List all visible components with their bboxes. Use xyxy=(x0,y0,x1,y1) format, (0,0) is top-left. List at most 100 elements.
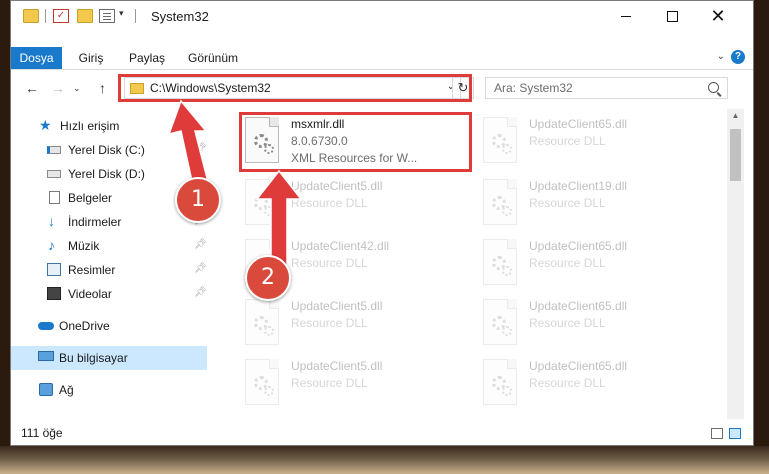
dll-file-icon xyxy=(245,359,279,405)
file-description: Resource DLL xyxy=(529,256,606,270)
dll-file-icon xyxy=(483,299,517,345)
sidebar-item-label: Hızlı erişim xyxy=(60,119,120,133)
pin-icon[interactable]: 📌︎ xyxy=(194,263,207,274)
sidebar-item-network[interactable]: Ağ xyxy=(11,378,207,402)
scroll-up-icon[interactable]: ▲ xyxy=(727,111,744,120)
item-count: 111 öğe xyxy=(21,426,63,440)
sidebar-item-label: Belgeler xyxy=(68,191,113,205)
drive-icon xyxy=(47,146,61,154)
dll-file-icon xyxy=(483,239,517,285)
title-separator xyxy=(135,9,136,23)
file-name: UpdateClient65.dll xyxy=(529,299,628,313)
file-name: UpdateClient65.dll xyxy=(529,117,628,131)
step-badge-2: 2 xyxy=(245,255,291,301)
sidebar-item-label: Resimler xyxy=(68,263,116,277)
arrow-up-icon: ↑ xyxy=(99,80,106,96)
file-name: UpdateClient65.dll xyxy=(529,239,628,253)
minimize-button[interactable] xyxy=(603,1,649,31)
sidebar-item-label: Bu bilgisayar xyxy=(59,351,128,365)
pin-icon[interactable]: 📌︎ xyxy=(194,239,207,250)
computer-icon xyxy=(38,351,54,361)
download-icon: ↓ xyxy=(48,213,55,229)
close-button[interactable]: ✕ xyxy=(695,1,741,31)
vertical-scrollbar[interactable]: ▲ xyxy=(727,109,744,419)
file-description: Resource DLL xyxy=(529,134,606,148)
sidebar-item-this-pc[interactable]: Bu bilgisayar xyxy=(11,346,207,370)
file-item[interactable]: UpdateClient65.dll Resource DLL xyxy=(469,111,699,171)
drive-icon xyxy=(47,170,61,178)
sidebar-item-label: Yerel Disk (D:) xyxy=(68,167,145,181)
cloud-icon xyxy=(38,322,54,330)
tab-view[interactable]: Görünüm xyxy=(185,47,241,69)
arrow-left-icon: ← xyxy=(25,80,39,96)
dll-file-icon xyxy=(245,299,279,345)
details-view-icon[interactable] xyxy=(711,428,723,439)
explorer-window: ✓ ▾ System32 ✕ Dosya Giriş Paylaş Görünü… xyxy=(10,0,754,446)
large-icons-view-icon[interactable] xyxy=(729,428,741,439)
properties-icon[interactable] xyxy=(99,9,115,23)
back-button[interactable]: ← xyxy=(25,80,39,96)
file-name: UpdateClient19.dll xyxy=(529,179,628,193)
file-item[interactable]: UpdateClient5.dll Resource DLL xyxy=(231,353,461,413)
window-title: System32 xyxy=(151,9,209,24)
scrollbar-thumb[interactable] xyxy=(730,129,741,181)
maximize-button[interactable] xyxy=(649,1,695,31)
tab-file[interactable]: Dosya xyxy=(11,47,62,69)
step-badge-1: 1 xyxy=(175,177,221,223)
music-icon: ♪ xyxy=(48,237,55,253)
checklist-icon[interactable]: ✓ xyxy=(53,9,69,23)
pin-icon[interactable]: 📌︎ xyxy=(194,287,207,298)
chevron-down-icon[interactable]: ⌄ xyxy=(717,51,725,62)
file-item[interactable]: UpdateClient65.dll Resource DLL xyxy=(469,353,699,413)
dll-file-icon xyxy=(483,359,517,405)
arrow-right-icon: → xyxy=(51,80,65,96)
file-item[interactable]: UpdateClient65.dll Resource DLL xyxy=(469,293,699,353)
sidebar-item-onedrive[interactable]: OneDrive xyxy=(11,314,207,338)
chevron-down-icon: ⌄ xyxy=(73,83,81,93)
file-name: UpdateClient5.dll xyxy=(291,299,383,313)
documents-icon xyxy=(49,191,60,204)
file-description: Resource DLL xyxy=(291,316,368,330)
title-bar: ✓ ▾ System32 ✕ xyxy=(11,1,753,31)
tab-share[interactable]: Paylaş xyxy=(123,47,171,69)
close-icon: ✕ xyxy=(710,6,726,26)
file-item[interactable]: UpdateClient19.dll Resource DLL xyxy=(469,173,699,233)
ribbon-tabs: Dosya Giriş Paylaş Görünüm ⌄ ? xyxy=(11,47,753,70)
help-icon[interactable]: ? xyxy=(731,50,745,64)
file-description: Resource DLL xyxy=(291,376,368,390)
sidebar-item-videos[interactable]: Videolar 📌︎ xyxy=(11,282,207,306)
search-input[interactable]: Ara: System32 xyxy=(485,77,728,99)
network-icon xyxy=(39,383,53,396)
file-description: Resource DLL xyxy=(529,196,606,210)
toolbar-separator xyxy=(45,9,46,23)
sidebar-item-pictures[interactable]: Resimler 📌︎ xyxy=(11,258,207,282)
tab-home[interactable]: Giriş xyxy=(73,47,109,69)
file-highlight-box xyxy=(239,112,472,172)
sidebar-item-music[interactable]: ♪ Müzik 📌︎ xyxy=(11,234,207,258)
sidebar-item-label: OneDrive xyxy=(59,319,110,333)
desktop-background xyxy=(0,446,769,474)
dll-file-icon xyxy=(483,117,517,163)
minimize-icon xyxy=(621,15,631,17)
search-placeholder: Ara: System32 xyxy=(494,81,573,95)
sidebar-item-downloads[interactable]: ↓ İndirmeler 📌︎ xyxy=(11,210,207,234)
sidebar-item-label: Ağ xyxy=(59,383,74,397)
status-bar: 111 öğe xyxy=(11,423,753,445)
sidebar-item-label: Müzik xyxy=(68,239,100,253)
file-description: Resource DLL xyxy=(529,376,606,390)
up-button[interactable]: ↑ xyxy=(99,80,106,96)
file-name: UpdateClient5.dll xyxy=(291,359,383,373)
star-icon: ★ xyxy=(39,117,52,133)
customize-toolbar-icon[interactable]: ▾ xyxy=(119,8,124,19)
sidebar-item-label: İndirmeler xyxy=(68,215,122,229)
file-item[interactable]: UpdateClient65.dll Resource DLL xyxy=(469,233,699,293)
forward-button[interactable]: → xyxy=(51,80,65,96)
file-name: UpdateClient65.dll xyxy=(529,359,628,373)
search-icon xyxy=(708,82,719,93)
sidebar-item-label: Yerel Disk (C:) xyxy=(68,143,145,157)
maximize-icon xyxy=(666,10,678,22)
file-item[interactable]: UpdateClient5.dll Resource DLL xyxy=(231,293,461,353)
folder-icon xyxy=(23,9,39,23)
new-folder-icon[interactable] xyxy=(77,9,93,23)
recent-locations-button[interactable]: ⌄ xyxy=(73,83,81,94)
